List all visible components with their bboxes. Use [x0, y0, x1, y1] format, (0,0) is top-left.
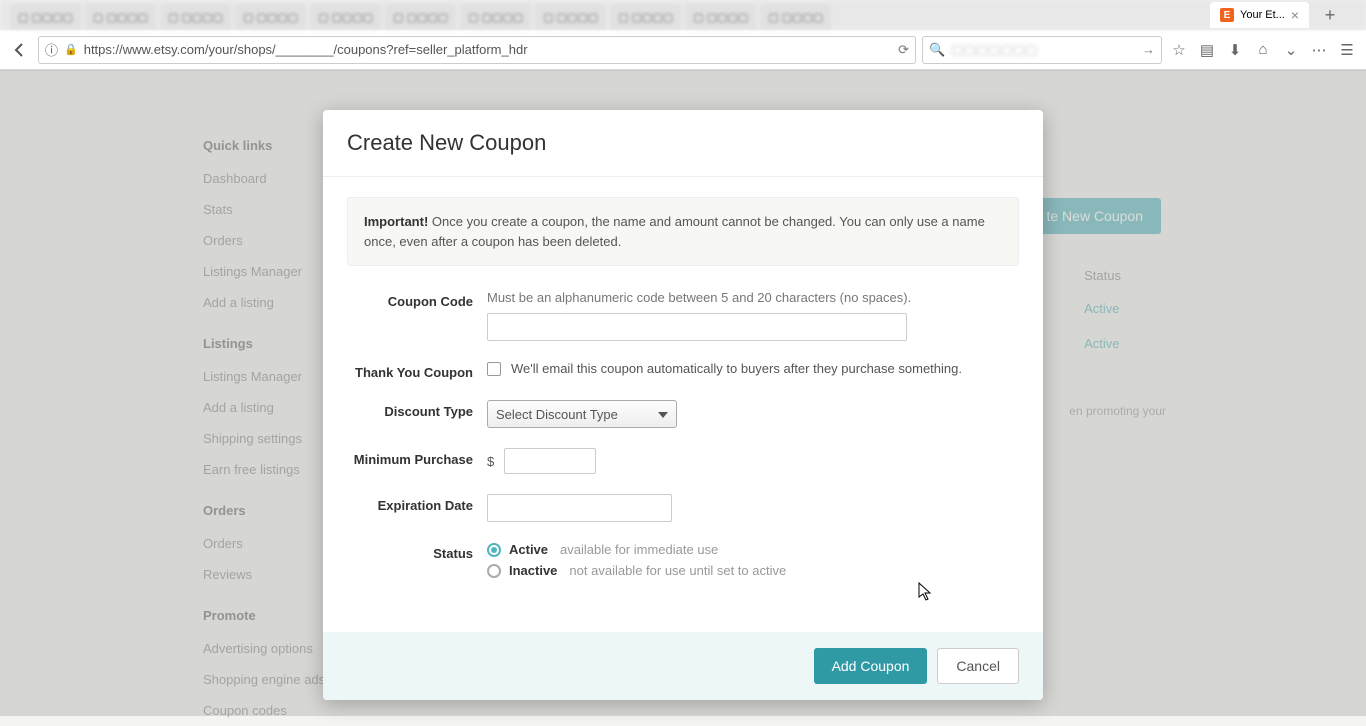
- inactive-tab[interactable]: ▢ ▢▢▢▢: [385, 4, 456, 30]
- inactive-tab[interactable]: ▢ ▢▢▢▢: [535, 4, 606, 30]
- back-button[interactable]: [8, 38, 32, 62]
- discount-type-select[interactable]: Select Discount Type: [487, 400, 677, 428]
- info-icon: ⓘ: [45, 40, 58, 59]
- nav-bar: ⓘ 🔒 https://www.etsy.com/your/shops/____…: [0, 30, 1366, 70]
- cancel-button[interactable]: Cancel: [937, 648, 1019, 684]
- discount-type-label: Discount Type: [347, 400, 487, 419]
- search-icon: 🔍: [929, 42, 945, 58]
- back-icon: [12, 42, 28, 58]
- active-tab-title: Your Et...: [1240, 9, 1285, 21]
- new-tab-button[interactable]: +: [1319, 4, 1341, 26]
- go-icon[interactable]: →: [1142, 42, 1155, 57]
- thank-you-label: Thank You Coupon: [347, 361, 487, 380]
- status-active-hint: available for immediate use: [560, 542, 718, 557]
- coupon-code-label: Coupon Code: [347, 290, 487, 309]
- important-notice: Important! Once you create a coupon, the…: [347, 197, 1019, 266]
- etsy-favicon-icon: E: [1220, 8, 1234, 22]
- inactive-tab[interactable]: ▢ ▢▢▢▢: [85, 4, 156, 30]
- inactive-tab[interactable]: ▢ ▢▢▢▢: [160, 4, 231, 30]
- bookmark-icon[interactable]: ☆: [1168, 39, 1190, 61]
- coupon-code-hint: Must be an alphanumeric code between 5 a…: [487, 290, 1019, 305]
- create-coupon-modal: Create New Coupon Important! Once you cr…: [323, 110, 1043, 700]
- browser-chrome: ▢ ▢▢▢▢ ▢ ▢▢▢▢ ▢ ▢▢▢▢ ▢ ▢▢▢▢ ▢ ▢▢▢▢ ▢ ▢▢▢…: [0, 0, 1366, 71]
- modal-body: Important! Once you create a coupon, the…: [323, 177, 1043, 632]
- important-text: Once you create a coupon, the name and a…: [364, 214, 985, 249]
- inactive-tab[interactable]: ▢ ▢▢▢▢: [685, 4, 756, 30]
- url-text: https://www.etsy.com/your/shops/________…: [84, 42, 528, 57]
- pocket-icon[interactable]: ⌄: [1280, 39, 1302, 61]
- status-inactive-name: Inactive: [509, 563, 557, 578]
- tab-bar: ▢ ▢▢▢▢ ▢ ▢▢▢▢ ▢ ▢▢▢▢ ▢ ▢▢▢▢ ▢ ▢▢▢▢ ▢ ▢▢▢…: [0, 0, 1366, 30]
- inactive-tab[interactable]: ▢ ▢▢▢▢: [10, 4, 81, 30]
- url-bar[interactable]: ⓘ 🔒 https://www.etsy.com/your/shops/____…: [38, 36, 916, 64]
- discount-type-value: Select Discount Type: [496, 407, 618, 422]
- close-tab-icon[interactable]: ×: [1291, 7, 1299, 23]
- inactive-tab[interactable]: ▢ ▢▢▢▢: [610, 4, 681, 30]
- thank-you-text: We'll email this coupon automatically to…: [511, 361, 962, 376]
- inactive-tab[interactable]: ▢ ▢▢▢▢: [460, 4, 531, 30]
- add-coupon-button[interactable]: Add Coupon: [814, 648, 928, 684]
- expiration-label: Expiration Date: [347, 494, 487, 513]
- library-icon[interactable]: ▤: [1196, 39, 1218, 61]
- status-inactive-hint: not available for use until set to activ…: [569, 563, 786, 578]
- menu-icon[interactable]: ☰: [1336, 39, 1358, 61]
- downloads-icon[interactable]: ⬇: [1224, 39, 1246, 61]
- modal-title: Create New Coupon: [347, 130, 1019, 156]
- coupon-code-input[interactable]: [487, 313, 907, 341]
- inactive-tab[interactable]: ▢ ▢▢▢▢: [310, 4, 381, 30]
- modal-header: Create New Coupon: [323, 110, 1043, 177]
- modal-footer: Add Coupon Cancel: [323, 632, 1043, 700]
- home-icon[interactable]: ⌂: [1252, 39, 1274, 61]
- currency-symbol: $: [487, 454, 494, 469]
- modal-overlay[interactable]: Create New Coupon Important! Once you cr…: [0, 70, 1366, 716]
- status-inactive-radio[interactable]: [487, 564, 501, 578]
- important-label: Important!: [364, 214, 428, 229]
- status-active-radio[interactable]: [487, 543, 501, 557]
- inactive-tab[interactable]: ▢ ▢▢▢▢: [760, 4, 831, 30]
- browser-search[interactable]: 🔍 ▢▢▢▢▢▢▢ →: [922, 36, 1162, 64]
- min-purchase-label: Minimum Purchase: [347, 448, 487, 467]
- active-tab[interactable]: E Your Et... ×: [1210, 2, 1309, 28]
- extension-icon[interactable]: ⋯: [1308, 39, 1330, 61]
- lock-icon: 🔒: [64, 43, 78, 56]
- thank-you-checkbox[interactable]: [487, 362, 501, 376]
- refresh-icon[interactable]: ⟳: [898, 42, 909, 58]
- expiration-input[interactable]: [487, 494, 672, 522]
- min-purchase-input[interactable]: [504, 448, 596, 474]
- status-label: Status: [347, 542, 487, 561]
- inactive-tab[interactable]: ▢ ▢▢▢▢: [235, 4, 306, 30]
- status-active-name: Active: [509, 542, 548, 557]
